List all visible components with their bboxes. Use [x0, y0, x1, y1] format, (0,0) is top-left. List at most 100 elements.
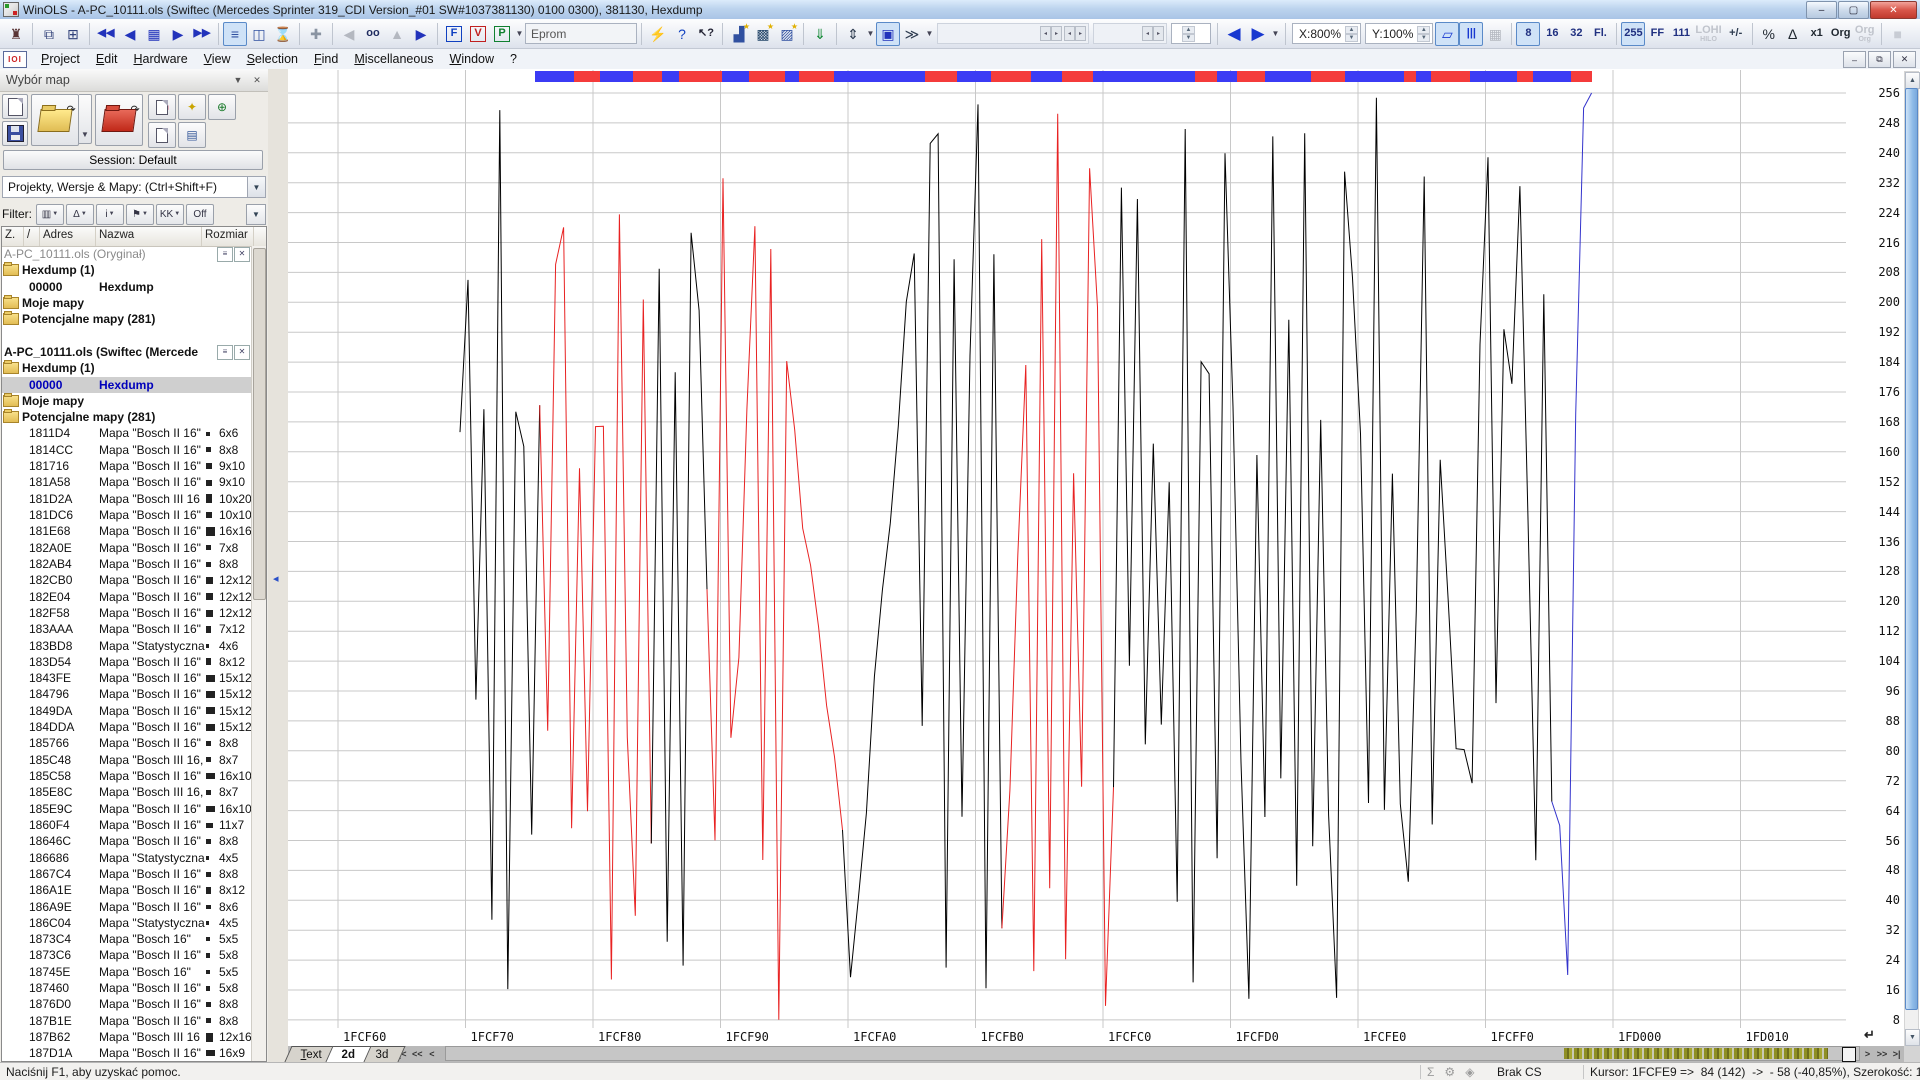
pager-arrow-icon[interactable]: ▸	[1153, 26, 1164, 41]
next-icon[interactable]: ▶	[166, 22, 190, 46]
map-row[interactable]: 182E04Mapa "Bosch II 16"12x12	[2, 589, 252, 605]
help-icon[interactable]: ?	[670, 22, 694, 46]
map-row[interactable]: 185E9CMapa "Bosch II 16"16x10	[2, 801, 252, 817]
nav-next-icon[interactable]: ▶	[1246, 22, 1270, 46]
map-row[interactable]: 187460Mapa "Bosch II 16"5x8	[2, 980, 252, 996]
spinner-arrows[interactable]: ▲▼	[1182, 26, 1195, 42]
map-row[interactable]: 185E8CMapa "Bosch III 16,8x7	[2, 784, 252, 800]
grid-view-icon[interactable]: ▦	[1483, 22, 1507, 46]
project-row[interactable]: A-PC_10111.ols (Oryginał)≡✕	[2, 246, 252, 262]
map-row[interactable]: 1867C4Mapa "Bosch II 16"8x8	[2, 866, 252, 882]
dropdown-arrow-icon[interactable]: ▼	[924, 22, 935, 46]
v-view-icon[interactable]: V	[466, 22, 490, 46]
online-button[interactable]: ⊕	[208, 94, 236, 120]
pager-arrow-icon[interactable]: ▸	[1051, 26, 1062, 41]
filter-info-icon[interactable]: i▼	[96, 204, 124, 225]
maximize-button[interactable]: ▢	[1838, 1, 1869, 19]
collapse-pane-icon[interactable]: ◂	[273, 572, 279, 585]
hourglass-icon[interactable]: ⌛	[271, 22, 295, 46]
ioi-icon[interactable]: IOI	[3, 51, 27, 68]
width-8-icon[interactable]: 8	[1516, 22, 1540, 46]
decimal-255-icon[interactable]: 255	[1621, 22, 1645, 46]
map-row[interactable]: 183BD8Mapa "Statystyczna4x6	[2, 638, 252, 654]
map-row[interactable]: 187D1AMapa "Bosch II 16"16x9	[2, 1045, 252, 1061]
project-close-icon[interactable]: ✕	[234, 247, 250, 262]
menu-item-hardware[interactable]: Hardware	[125, 50, 195, 68]
filter-dropdown-icon[interactable]: ▼	[246, 204, 266, 225]
column-header-adres[interactable]: Adres	[40, 227, 96, 246]
dropdown-arrow-icon[interactable]: ▼	[514, 22, 525, 46]
back-icon[interactable]: ◀	[337, 22, 361, 46]
hexdump-2d-view[interactable]: 2562482402322242162082001921841761681601…	[288, 69, 1920, 1062]
projects-filter-combo[interactable]: Projekty, Wersje & Mapy: (Ctrl+Shift+F)	[2, 176, 248, 198]
hex-ff-icon[interactable]: FF	[1645, 22, 1669, 46]
zoom-x-spinner[interactable]: X:800%▲▼	[1292, 23, 1361, 44]
spinner-arrow-icon[interactable]: ▲	[1417, 26, 1430, 34]
wizard-button[interactable]: ✦	[178, 94, 206, 120]
menu-item-edit[interactable]: Edit	[88, 50, 126, 68]
filter-values-icon[interactable]: ▥▼	[36, 204, 64, 225]
slope-view-icon[interactable]: ▱	[1435, 22, 1459, 46]
org-org-icon[interactable]: OrgOrg	[1853, 22, 1877, 46]
eprom-combo[interactable]: Eprom	[525, 23, 637, 44]
pager-arrow-icon[interactable]: ◂	[1040, 26, 1051, 41]
map-row[interactable]: 182F58Mapa "Bosch II 16"12x12	[2, 605, 252, 621]
map-row[interactable]: 186C04Mapa "Statystyczna4x5	[2, 915, 252, 931]
panel-menu-icon[interactable]: ▼	[230, 73, 246, 88]
map-row[interactable]: 182AB4Mapa "Bosch II 16"8x8	[2, 556, 252, 572]
x1-icon[interactable]: x1	[1805, 22, 1829, 46]
table-icon[interactable]: ▦	[142, 22, 166, 46]
mdi-close-icon[interactable]: ✕	[1893, 51, 1916, 68]
filter-off-button[interactable]: Off	[186, 204, 214, 225]
map-row[interactable]: 186686Mapa "Statystyczna4x5	[2, 850, 252, 866]
nav-prev-icon[interactable]: ◀	[1222, 22, 1246, 46]
list-header[interactable]: Z./AdresNazwaRozmiar	[2, 227, 266, 247]
map-row[interactable]: 187B62Mapa "Bosch III 1612x16	[2, 1029, 252, 1045]
map-row[interactable]: 1876D0Mapa "Bosch II 16"8x8	[2, 996, 252, 1012]
map-row[interactable]: 183AAAMapa "Bosch II 16"7x12	[2, 621, 252, 637]
properties-button[interactable]: ▤	[178, 122, 206, 148]
address-range-box[interactable]: ◂▸◂▸	[937, 23, 1089, 44]
tree-scrollbar[interactable]	[251, 246, 266, 1061]
tab-2d[interactable]: 2d	[326, 1046, 373, 1062]
map-row[interactable]: 186A9EMapa "Bosch II 16"8x6	[2, 899, 252, 915]
menu-item-selection[interactable]: Selection	[239, 50, 306, 68]
sign-icon[interactable]: +/-	[1724, 22, 1748, 46]
map-pointer-icon[interactable]: ▨★	[775, 22, 799, 46]
spinner-arrows[interactable]: ▲▼	[1417, 26, 1430, 42]
map-row[interactable]: 184DDAMapa "Bosch II 16"15x12	[2, 719, 252, 735]
forward-icon[interactable]: ▶	[409, 22, 433, 46]
width-16-icon[interactable]: 16	[1540, 22, 1564, 46]
delta-icon[interactable]: Δ	[1781, 22, 1805, 46]
scroll-down-icon[interactable]: ▼	[1905, 1029, 1920, 1046]
panel-close-icon[interactable]: ✕	[249, 73, 265, 88]
map-row[interactable]: 18745EMapa "Bosch 16"5x5	[2, 964, 252, 980]
org-icon[interactable]: Org	[1829, 22, 1853, 46]
scroll-up-icon[interactable]: ▲	[1905, 72, 1920, 89]
dropdown-arrow-icon[interactable]: ▼	[1270, 22, 1281, 46]
map-row[interactable]: 1843FEMapa "Bosch II 16"15x12	[2, 670, 252, 686]
entry-row[interactable]: 00000Hexdump	[2, 377, 252, 393]
scroll-nav-right-icon[interactable]: >|	[1889, 1046, 1904, 1061]
mdi-minimize-icon[interactable]: –	[1843, 51, 1866, 68]
map-row[interactable]: 1873C4Mapa "Bosch 16"5x5	[2, 931, 252, 947]
pager-arrow-icon[interactable]: ◂	[1142, 26, 1153, 41]
open-project-dropdown[interactable]: ▼	[79, 94, 92, 144]
close-button[interactable]: ✕	[1870, 1, 1917, 19]
project-row[interactable]: A-PC_10111.ols (Swiftec (Mercede≡✕	[2, 344, 252, 360]
filter-kk-icon[interactable]: KK▼	[156, 204, 184, 225]
folder-row[interactable]: Potencjalne mapy (281)	[2, 311, 252, 327]
map-row[interactable]: 1849DAMapa "Bosch II 16"15x12	[2, 703, 252, 719]
menu-item-view[interactable]: View	[196, 50, 239, 68]
horizontal-scrollbar-thumb[interactable]	[1842, 1047, 1856, 1062]
previous-icon[interactable]: ◀	[118, 22, 142, 46]
pane-splitter[interactable]: ◂	[268, 69, 289, 1062]
map-row[interactable]: 183D54Mapa "Bosch II 16"8x12	[2, 654, 252, 670]
filter-delta-icon[interactable]: Δ▼	[66, 204, 94, 225]
spinner-arrow-icon[interactable]: ▼	[1345, 34, 1358, 42]
search-up-icon[interactable]: ▲	[385, 22, 409, 46]
session-button[interactable]: Session: Default	[3, 150, 263, 170]
folder-row[interactable]: Moje mapy	[2, 393, 252, 409]
spinner-arrow-icon[interactable]: ▼	[1417, 34, 1430, 42]
title-bar[interactable]: WinOLS - A-PC_10111.ols (Swiftec (Merced…	[0, 0, 1920, 20]
